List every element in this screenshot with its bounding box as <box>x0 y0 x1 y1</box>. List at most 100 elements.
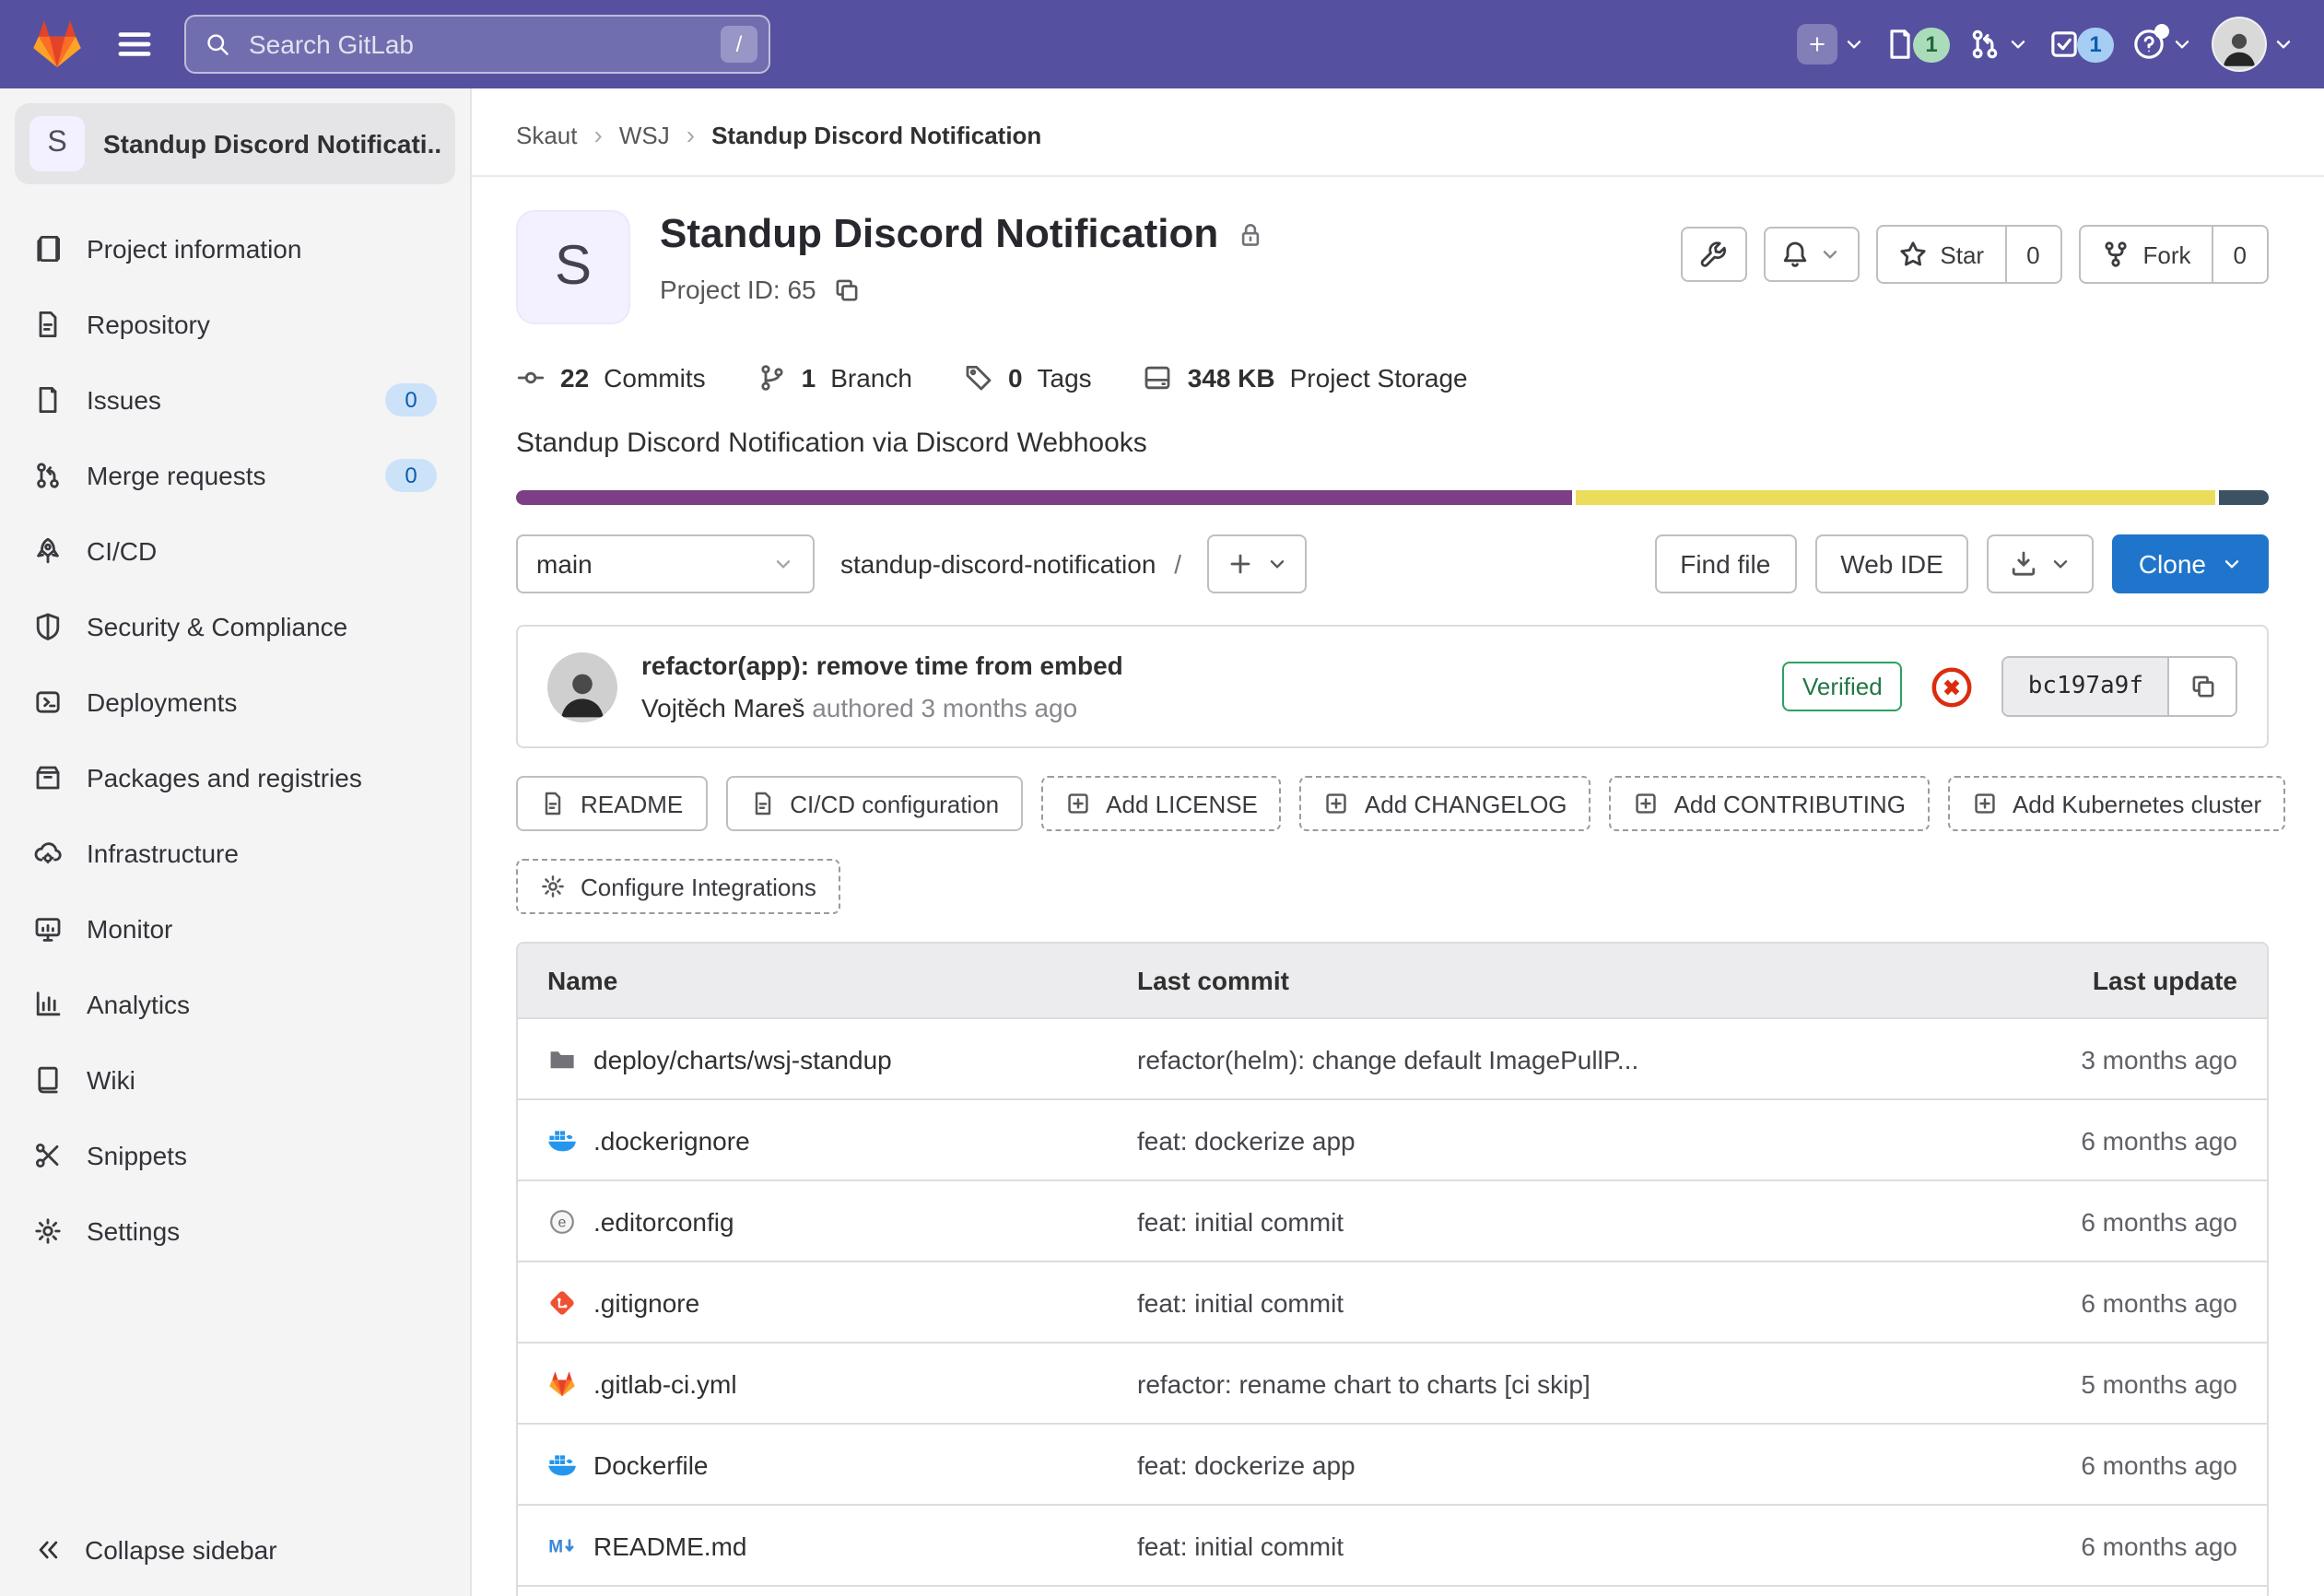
tag-icon <box>964 363 993 393</box>
project-header-actions: Star 0 Fork 0 <box>1680 225 2269 284</box>
commit-author-avatar[interactable] <box>547 651 617 722</box>
branches-stat[interactable]: 1 Branch <box>757 363 912 393</box>
copy-project-id-button[interactable] <box>833 276 861 303</box>
sidebar-item-wiki[interactable]: Wiki <box>0 1041 470 1117</box>
sidebar-item-analytics[interactable]: Analytics <box>0 966 470 1041</box>
copy-sha-button[interactable] <box>2169 658 2236 715</box>
merge-requests-menu-button[interactable] <box>1968 28 2029 61</box>
sidebar-item-merge-requests[interactable]: Merge requests 0 <box>0 437 470 512</box>
repo-controls: main standup-discord-notification / Find… <box>516 534 2269 593</box>
chevron-down-icon <box>1819 243 1841 265</box>
web-ide-button[interactable]: Web IDE <box>1814 534 1969 593</box>
notifications-button[interactable] <box>1763 227 1859 282</box>
path-separator: / <box>1174 549 1181 579</box>
notification-dot <box>2154 24 2169 39</box>
add-contributing-button[interactable]: Add CONTRIBUTING <box>1610 776 1930 831</box>
file-link[interactable]: .gitignore <box>518 1287 1137 1317</box>
sidebar-item-settings[interactable]: Settings <box>0 1192 470 1268</box>
sidebar-project-scope[interactable]: S Standup Discord Notificati... <box>15 103 455 184</box>
add-changelog-button[interactable]: Add CHANGELOG <box>1300 776 1591 831</box>
main-content: Skaut › WSJ › Standup Discord Notificati… <box>472 88 2324 1596</box>
storage-stat[interactable]: 348 KB Project Storage <box>1144 363 1468 393</box>
deployments-icon <box>33 687 63 716</box>
table-row: .editorconfig feat: initial commit 6 mon… <box>518 1179 2267 1261</box>
global-search[interactable]: / <box>184 15 770 74</box>
collapse-chevrons-icon <box>33 1535 63 1565</box>
sidebar-item-deployments[interactable]: Deployments <box>0 663 470 739</box>
download-source-button[interactable] <box>1988 534 2095 593</box>
issues-menu-button[interactable]: 1 <box>1884 27 1950 62</box>
language-bar[interactable] <box>516 490 2269 505</box>
sidebar-item-label: Deployments <box>87 687 237 716</box>
pipeline-failed-icon[interactable] <box>1931 664 1975 709</box>
branch-selector[interactable]: main <box>516 534 815 593</box>
find-file-button[interactable]: Find file <box>1654 534 1796 593</box>
sidebar-item-project-information[interactable]: Project information <box>0 210 470 286</box>
readme-button[interactable]: README <box>516 776 707 831</box>
new-menu-button[interactable] <box>1797 24 1865 65</box>
commit-author-name[interactable]: Vojtěch Mareš <box>641 693 804 722</box>
commit-link[interactable]: refactor(helm): change default ImagePull… <box>1137 1044 1954 1074</box>
add-file-dropdown-button[interactable] <box>1207 534 1307 593</box>
sidebar-item-label: Issues <box>87 384 161 414</box>
commit-link[interactable]: feat: initial commit <box>1137 1287 1954 1317</box>
commit-link[interactable]: feat: initial commit <box>1137 1531 1954 1560</box>
add-kubernetes-cluster-button[interactable]: Add Kubernetes cluster <box>1948 776 2285 831</box>
commit-link[interactable]: refactor: rename chart to charts [ci ski… <box>1137 1368 1954 1398</box>
fork-icon <box>2101 240 2130 269</box>
add-license-button[interactable]: Add LICENSE <box>1041 776 1282 831</box>
sidebar-nav: Project information Repository Issues 0 … <box>0 210 470 1268</box>
file-link[interactable]: Dockerfile <box>518 1449 1137 1479</box>
todos-icon <box>2048 28 2081 61</box>
sidebar-item-monitor[interactable]: Monitor <box>0 890 470 966</box>
breadcrumb-group[interactable]: Skaut <box>516 121 578 148</box>
sidebar-item-label: Packages and registries <box>87 762 362 792</box>
fork-count[interactable]: 0 <box>2212 227 2267 282</box>
last-update: 6 months ago <box>1954 1531 2267 1560</box>
file-link[interactable]: deploy/charts/wsj-standup <box>518 1044 1137 1074</box>
fork-button[interactable]: Fork <box>2081 227 2212 282</box>
star-count[interactable]: 0 <box>2004 227 2060 282</box>
user-menu-button[interactable] <box>2212 17 2295 72</box>
commit-link[interactable]: feat: dockerize app <box>1137 1125 1954 1155</box>
sidebar-item-security-compliance[interactable]: Security & Compliance <box>0 588 470 663</box>
navbar-right: 1 1 <box>1797 17 2295 72</box>
document-icon <box>540 791 566 816</box>
file-link[interactable]: README.md <box>518 1531 1137 1560</box>
sidebar-item-packages-registries[interactable]: Packages and registries <box>0 739 470 815</box>
todos-menu-button[interactable]: 1 <box>2048 27 2114 62</box>
fork-button-group: Fork 0 <box>2079 225 2269 284</box>
verified-badge[interactable]: Verified <box>1782 662 1903 711</box>
commits-stat[interactable]: 22 Commits <box>516 363 706 393</box>
breadcrumb-subgroup[interactable]: WSJ <box>619 121 670 148</box>
file-link[interactable]: .gitlab-ci.yml <box>518 1368 1137 1398</box>
tags-stat[interactable]: 0 Tags <box>964 363 1092 393</box>
sidebar-item-snippets[interactable]: Snippets <box>0 1117 470 1192</box>
sidebar-item-cicd[interactable]: CI/CD <box>0 512 470 588</box>
table-row-partial <box>518 1585 2267 1596</box>
sidebar-item-infrastructure[interactable]: Infrastructure <box>0 815 470 890</box>
repo-path-name[interactable]: standup-discord-notification <box>840 549 1156 579</box>
hamburger-menu-icon[interactable] <box>114 24 155 65</box>
search-input[interactable] <box>245 28 706 61</box>
collapse-sidebar-button[interactable]: Collapse sidebar <box>0 1504 470 1596</box>
sidebar-item-label: Merge requests <box>87 460 266 489</box>
sidebar-item-repository[interactable]: Repository <box>0 286 470 361</box>
clone-button[interactable]: Clone <box>2113 534 2269 593</box>
sidebar-item-issues[interactable]: Issues 0 <box>0 361 470 437</box>
cicd-configuration-button[interactable]: CI/CD configuration <box>725 776 1023 831</box>
commit-message[interactable]: refactor(app): remove time from embed <box>641 651 1123 680</box>
commit-link[interactable]: feat: initial commit <box>1137 1206 1954 1236</box>
file-link[interactable]: .dockerignore <box>518 1125 1137 1155</box>
help-menu-button[interactable] <box>2132 28 2193 61</box>
shield-icon <box>33 611 63 640</box>
commit-link[interactable]: feat: dockerize app <box>1137 1449 1954 1479</box>
file-name: .gitignore <box>593 1287 699 1317</box>
gitlab-tanuki-logo-icon[interactable] <box>29 17 85 72</box>
monitor-icon <box>33 913 63 943</box>
configure-integrations-button[interactable]: Configure Integrations <box>516 859 840 914</box>
project-settings-button[interactable] <box>1680 227 1746 282</box>
file-link[interactable]: .editorconfig <box>518 1206 1137 1236</box>
star-button[interactable]: Star <box>1877 227 2004 282</box>
breadcrumb-project[interactable]: Standup Discord Notification <box>711 121 1041 148</box>
